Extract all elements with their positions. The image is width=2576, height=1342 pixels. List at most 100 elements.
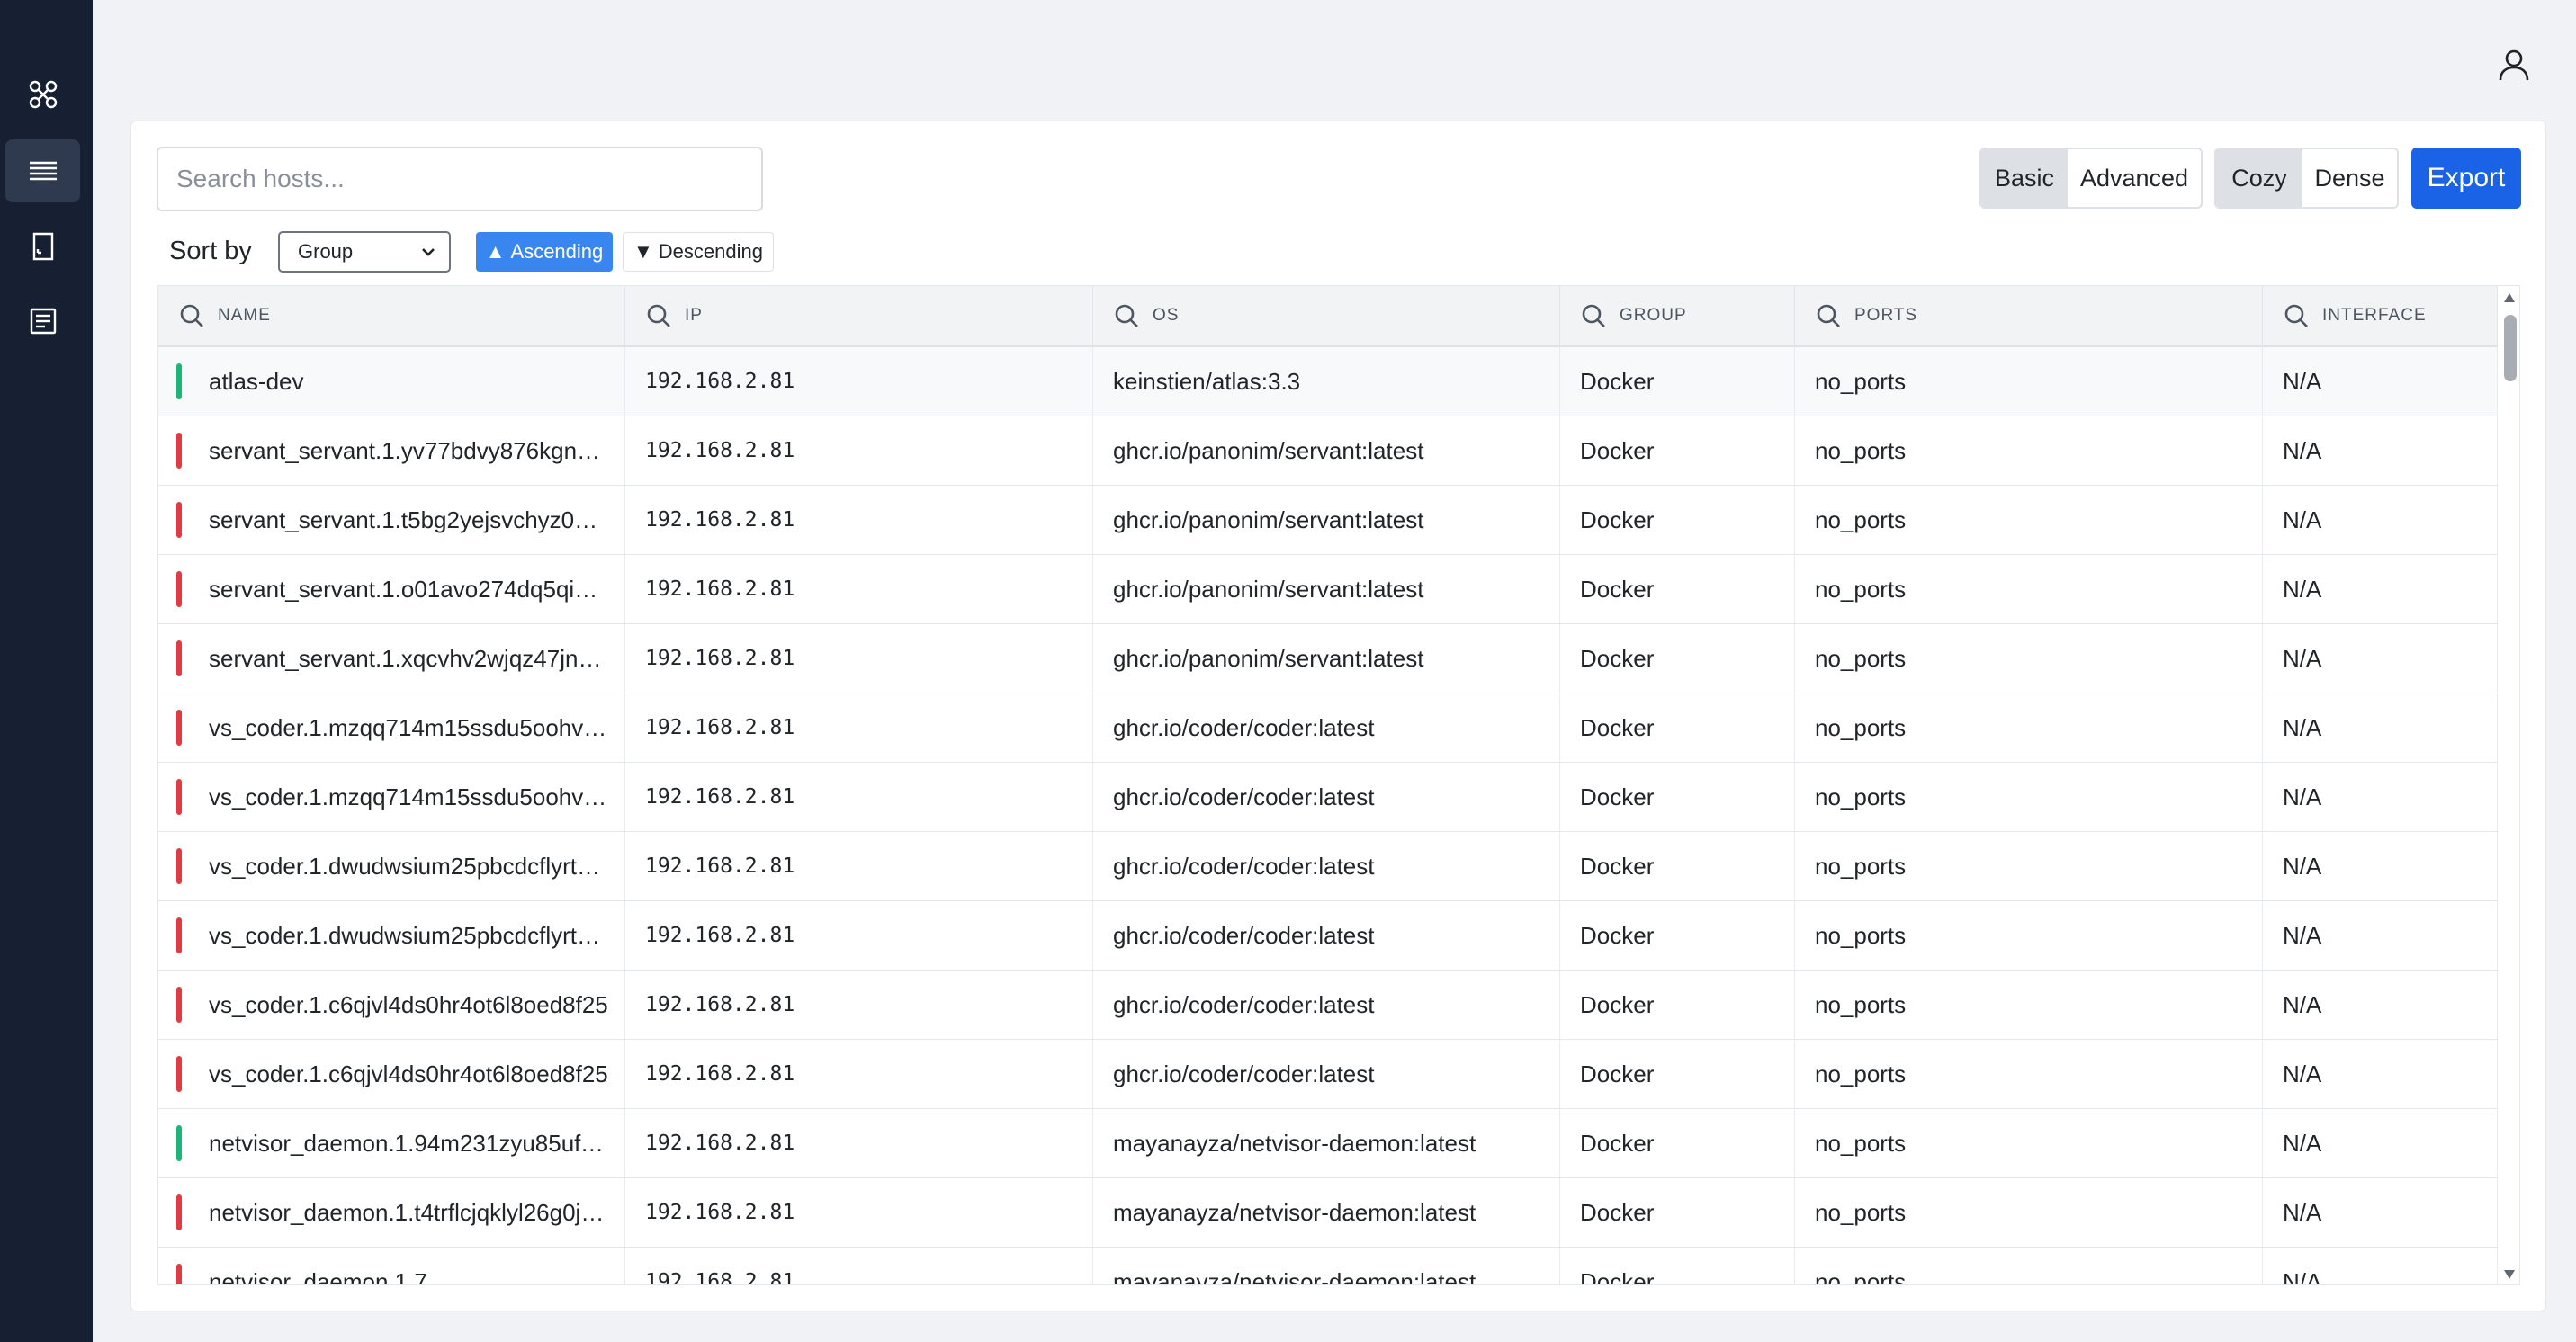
table-scrollbar[interactable] [2498, 286, 2519, 1284]
cell-name: atlas-dev [158, 347, 625, 416]
cell-ports: no_ports [1795, 416, 2263, 485]
table-row[interactable]: servant_servant.1.yv77bdvy876kgn5tw... 19… [158, 416, 2498, 486]
storage-card-icon [32, 232, 53, 261]
status-indicator [176, 502, 182, 538]
column-header-interface[interactable]: INTERFACE [2263, 286, 2498, 345]
sort-field-select[interactable]: Group [278, 231, 451, 273]
cell-group: Docker [1560, 555, 1795, 623]
table-row[interactable]: servant_servant.1.t5bg2yejsvchyz044gl...… [158, 486, 2498, 555]
column-header-group[interactable]: GROUP [1560, 286, 1795, 345]
cell-name: vs_coder.1.c6qjvl4ds0hr4ot6l8oed8f25 [158, 971, 625, 1039]
cell-ip: 192.168.2.81 [625, 1109, 1093, 1177]
cell-group: Docker [1560, 624, 1795, 693]
cell-ports: no_ports [1795, 1248, 2263, 1284]
table-header: NAME IP OS GROUP PORTS INTERFACE [158, 286, 2498, 347]
cell-interface: N/A [2263, 416, 2498, 485]
status-indicator [176, 640, 182, 676]
search-icon[interactable] [645, 302, 672, 329]
column-header-ports[interactable]: PORTS [1795, 286, 2263, 345]
hosts-list-icon [29, 161, 57, 181]
cell-os: ghcr.io/coder/coder:latest [1093, 832, 1560, 900]
cell-ports: no_ports [1795, 1040, 2263, 1108]
search-input[interactable] [157, 147, 763, 211]
column-header-ip[interactable]: IP [625, 286, 1093, 345]
cell-group: Docker [1560, 1248, 1795, 1284]
cell-ip: 192.168.2.81 [625, 1178, 1093, 1247]
sidebar-item-hosts[interactable] [5, 139, 80, 202]
table-row[interactable]: vs_coder.1.mzqq714m15ssdu5oohv3q... 192.1… [158, 693, 2498, 763]
chevron-down-icon [422, 248, 435, 256]
sidebar [0, 0, 93, 1342]
search-icon[interactable] [2283, 302, 2310, 329]
status-indicator [176, 1125, 182, 1161]
cell-os: ghcr.io/coder/coder:latest [1093, 971, 1560, 1039]
density-dense-button[interactable]: Dense [2302, 149, 2397, 207]
host-name: vs_coder.1.c6qjvl4ds0hr4ot6l8oed8f25 [209, 990, 608, 1018]
cell-name: vs_coder.1.mzqq714m15ssdu5oohv3q... [158, 763, 625, 831]
host-name: netvisor_daemon.1.94m231zyu85ufflk8... [209, 1129, 609, 1157]
status-indicator [176, 363, 182, 399]
host-name: vs_coder.1.mzqq714m15ssdu5oohv3q... [209, 783, 609, 810]
host-name: servant_servant.1.xqcvhv2wjqz47jnwxm... [209, 644, 609, 672]
sort-field-value: Group [298, 240, 354, 263]
host-name: servant_servant.1.t5bg2yejsvchyz044gl... [209, 505, 609, 533]
cell-group: Docker [1560, 1109, 1795, 1177]
view-mode-toggle: Basic Advanced [1979, 148, 2203, 209]
cell-name: netvisor_daemon.1.7... [158, 1248, 625, 1284]
user-menu-button[interactable] [2492, 43, 2536, 86]
host-name: vs_coder.1.mzqq714m15ssdu5oohv3q... [209, 713, 609, 741]
cell-os: mayanayza/netvisor-daemon:latest [1093, 1109, 1560, 1177]
cell-interface: N/A [2263, 347, 2498, 416]
scrollbar-thumb[interactable] [2504, 315, 2517, 381]
search-icon[interactable] [1815, 302, 1842, 329]
host-name: vs_coder.1.c6qjvl4ds0hr4ot6l8oed8f25 [209, 1060, 608, 1087]
user-icon [2499, 49, 2529, 81]
cell-group: Docker [1560, 763, 1795, 831]
logs-document-icon [30, 308, 56, 335]
table-row[interactable]: vs_coder.1.dwudwsium25pbcdcflyrtd8... 192… [158, 832, 2498, 901]
cell-os: ghcr.io/panonim/servant:latest [1093, 416, 1560, 485]
table-row[interactable]: servant_servant.1.xqcvhv2wjqz47jnwxm... 1… [158, 624, 2498, 693]
table-row[interactable]: netvisor_daemon.1.7... 192.168.2.81 mayana… [158, 1248, 2498, 1284]
table-row[interactable]: vs_coder.1.mzqq714m15ssdu5oohv3q... 192.1… [158, 763, 2498, 832]
sort-descending-button[interactable]: ▼ Descending [623, 232, 774, 272]
cell-group: Docker [1560, 971, 1795, 1039]
cell-ip: 192.168.2.81 [625, 624, 1093, 693]
export-button[interactable]: Export [2411, 148, 2521, 209]
scroll-up-arrow-icon[interactable] [2503, 291, 2516, 304]
cell-os: ghcr.io/panonim/servant:latest [1093, 624, 1560, 693]
cell-group: Docker [1560, 347, 1795, 416]
cell-ip: 192.168.2.81 [625, 832, 1093, 900]
view-advanced-button[interactable]: Advanced [2068, 149, 2201, 207]
sort-ascending-label: Ascending [510, 240, 604, 263]
table-row[interactable]: vs_coder.1.dwudwsium25pbcdcflyrtd8... 192… [158, 901, 2498, 971]
table-row[interactable]: vs_coder.1.c6qjvl4ds0hr4ot6l8oed8f25 192.… [158, 971, 2498, 1040]
density-toggle: Cozy Dense [2214, 148, 2399, 209]
search-icon[interactable] [1113, 302, 1140, 329]
status-indicator [176, 571, 182, 607]
sidebar-item-storage[interactable] [5, 215, 80, 278]
table-row[interactable]: servant_servant.1.o01avo274dq5qikbp... 19… [158, 555, 2498, 624]
table-row[interactable]: atlas-dev 192.168.2.81 keinstien/atlas:3.3… [158, 347, 2498, 416]
sort-ascending-button[interactable]: ▲ Ascending [476, 232, 613, 272]
density-cozy-button[interactable]: Cozy [2216, 149, 2302, 207]
cell-interface: N/A [2263, 901, 2498, 970]
column-header-name[interactable]: NAME [158, 286, 625, 345]
search-icon[interactable] [1580, 302, 1607, 329]
scroll-down-arrow-icon[interactable] [2503, 1268, 2516, 1281]
search-icon[interactable] [178, 302, 205, 329]
sidebar-item-network[interactable] [5, 63, 80, 126]
cell-name: vs_coder.1.dwudwsium25pbcdcflyrtd8... [158, 901, 625, 970]
table-row[interactable]: netvisor_daemon.1.t4trflcjqklyl26g0jw...… [158, 1178, 2498, 1248]
view-basic-button[interactable]: Basic [1981, 149, 2068, 207]
status-indicator [176, 848, 182, 884]
table-row[interactable]: vs_coder.1.c6qjvl4ds0hr4ot6l8oed8f25 192.… [158, 1040, 2498, 1109]
cell-interface: N/A [2263, 624, 2498, 693]
table-row[interactable]: netvisor_daemon.1.94m231zyu85ufflk8... 19… [158, 1109, 2498, 1178]
host-name: atlas-dev [209, 367, 304, 395]
status-indicator [176, 779, 182, 815]
cell-os: ghcr.io/panonim/servant:latest [1093, 555, 1560, 623]
column-header-os[interactable]: OS [1093, 286, 1560, 345]
sidebar-item-logs[interactable] [5, 290, 80, 353]
cell-ip: 192.168.2.81 [625, 555, 1093, 623]
